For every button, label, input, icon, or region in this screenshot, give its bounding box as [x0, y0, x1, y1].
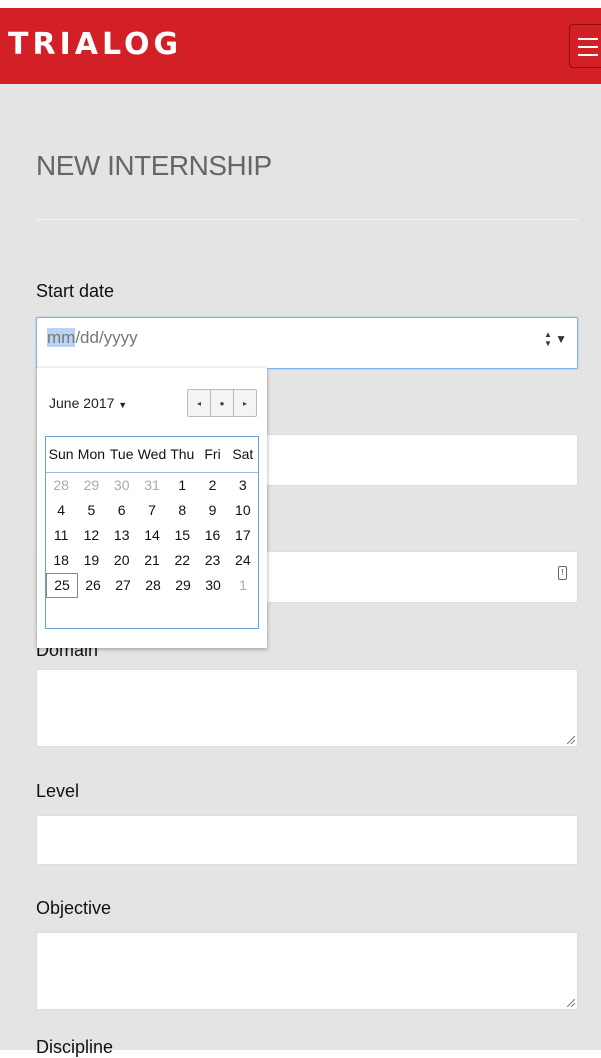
date-picker-popup: June 2017 ▼ ◂ ● ▸ Sun Mon Tue Wed Thu Fri Sat …: [37, 368, 267, 648]
calendar-day[interactable]: 2: [197, 473, 227, 498]
resize-handle-icon[interactable]: [567, 999, 575, 1007]
weekday-tue: Tue: [109, 446, 134, 462]
level-input[interactable]: [36, 815, 578, 865]
start-date-label: Start date: [36, 281, 115, 301]
dot-icon: ●: [219, 398, 225, 408]
weekday-wed: Wed: [137, 446, 167, 462]
calendar-day[interactable]: 9: [197, 498, 227, 523]
start-date-placeholder: mm/dd/yyyy: [47, 328, 138, 348]
calendar-day[interactable]: 16: [197, 523, 227, 548]
calendar-week-row: 28 29 30 31 1 2 3: [46, 473, 258, 498]
calendar-day[interactable]: 8: [167, 498, 197, 523]
objective-label: Objective: [36, 898, 112, 918]
weekday-header: Sun Mon Tue Wed Thu Fri Sat: [46, 437, 258, 473]
month-year-label: June 2017: [49, 395, 115, 411]
calendar-day[interactable]: 23: [197, 548, 227, 573]
weekday-thu: Thu: [170, 446, 195, 462]
weekday-sat: Sat: [232, 446, 254, 462]
calendar-day[interactable]: 15: [167, 523, 197, 548]
calendar-day[interactable]: 10: [228, 498, 258, 523]
calendar-nav: ◂ ● ▸: [187, 389, 259, 417]
calendar-grid: Sun Mon Tue Wed Thu Fri Sat 28 29 30 31 1 2 3 4 5 6 7 8 9 1…: [45, 436, 259, 629]
calendar-days: 28 29 30 31 1 2 3 4 5 6 7 8 9 10 11 12 13 14 15 16 17 18 19 20 2…: [46, 473, 258, 598]
date-spinner-icon[interactable]: ▲ ▼: [543, 330, 553, 350]
calendar-day[interactable]: 25: [46, 573, 78, 598]
caret-down-icon[interactable]: ▼: [555, 332, 567, 346]
calendar-day[interactable]: 27: [108, 573, 138, 598]
calendar-day[interactable]: 1: [167, 473, 197, 498]
calendar-day[interactable]: 4: [46, 498, 76, 523]
month-segment[interactable]: mm: [47, 328, 76, 347]
title-divider: [36, 219, 578, 220]
calendar-day[interactable]: 26: [78, 573, 108, 598]
resize-handle-icon[interactable]: [567, 736, 575, 744]
today-button[interactable]: ●: [210, 389, 234, 417]
calendar-week-row: 4 5 6 7 8 9 10: [46, 498, 258, 523]
calendar-day[interactable]: 17: [228, 523, 258, 548]
start-date-input[interactable]: mm/dd/yyyy ▲ ▼ ▼: [36, 317, 578, 369]
calendar-day[interactable]: 21: [137, 548, 167, 573]
month-year-select[interactable]: June 2017 ▼: [49, 395, 127, 411]
weekday-fri: Fri: [204, 446, 221, 462]
weekday-sun: Sun: [48, 446, 74, 462]
domain-textarea[interactable]: [36, 669, 578, 747]
calendar-day[interactable]: 19: [76, 548, 106, 573]
calendar-day[interactable]: 3: [228, 473, 258, 498]
calendar-day[interactable]: 12: [76, 523, 106, 548]
navbar: TRIALOG: [0, 8, 601, 84]
day-year-segment[interactable]: /dd/yyyy: [75, 328, 137, 347]
calendar-day[interactable]: 28: [46, 473, 76, 498]
caret-down-icon: ▼: [118, 400, 128, 410]
calendar-week-row: 18 19 20 21 22 23 24: [46, 548, 258, 573]
prev-month-button[interactable]: ◂: [187, 389, 211, 417]
calendar-day[interactable]: 28: [138, 573, 168, 598]
chevron-right-icon: ▸: [242, 398, 247, 408]
menu-toggle-button[interactable]: [569, 24, 601, 68]
calendar-day[interactable]: 6: [107, 498, 137, 523]
calendar-day[interactable]: 11: [46, 523, 76, 548]
calendar-day[interactable]: 13: [107, 523, 137, 548]
calendar-day[interactable]: 1: [228, 573, 258, 598]
brand-logo[interactable]: TRIALOG: [8, 28, 182, 62]
calendar-week-row: 11 12 13 14 15 16 17: [46, 523, 258, 548]
calendar-day[interactable]: 24: [228, 548, 258, 573]
calendar-day[interactable]: 5: [76, 498, 106, 523]
calendar-day[interactable]: 18: [46, 548, 76, 573]
next-month-button[interactable]: ▸: [233, 389, 257, 417]
calendar-day[interactable]: 31: [137, 473, 167, 498]
chevron-left-icon: ◂: [196, 398, 201, 408]
calendar-day[interactable]: 29: [168, 573, 198, 598]
page-title: NEW INTERNSHIP: [36, 150, 272, 181]
discipline-label: Discipline: [36, 1037, 114, 1057]
weekday-mon: Mon: [77, 446, 106, 462]
calendar-day[interactable]: 20: [107, 548, 137, 573]
level-label: Level: [36, 781, 80, 801]
calendar-day[interactable]: 30: [107, 473, 137, 498]
calendar-day[interactable]: 30: [198, 573, 228, 598]
objective-textarea[interactable]: [36, 932, 578, 1010]
calendar-day[interactable]: 29: [76, 473, 106, 498]
calendar-day[interactable]: 22: [167, 548, 197, 573]
calendar-day[interactable]: 7: [137, 498, 167, 523]
calendar-day[interactable]: 14: [137, 523, 167, 548]
field-info-icon: !: [558, 566, 567, 580]
calendar-week-row: 25 26 27 28 29 30 1: [46, 573, 258, 598]
